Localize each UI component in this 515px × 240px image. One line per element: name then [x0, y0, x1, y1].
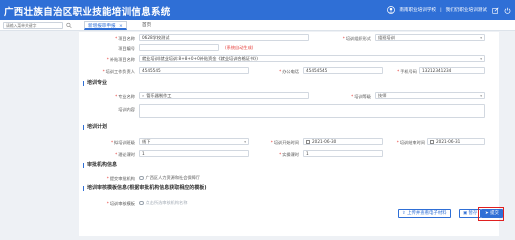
- auto-generate-note: (系统自动生成): [225, 45, 254, 50]
- mobile-input[interactable]: 13212341234: [419, 67, 485, 74]
- search-icon: ⌕: [142, 93, 145, 98]
- end-date-input[interactable]: 2021-06-31: [427, 138, 485, 145]
- upload-materials-button[interactable]: ⇪ 上传并查看电子材料: [398, 209, 451, 218]
- tab-label: 新增报审申报: [88, 24, 116, 29]
- reviewer-label: *提交审批机构: [106, 176, 135, 181]
- tab-new-application[interactable]: 新增报审申报 ×: [84, 21, 127, 30]
- class-type-label: *拟培训班级: [110, 140, 135, 145]
- major-name-label: *专业名称: [115, 94, 135, 99]
- theory-hours-input[interactable]: 1: [139, 150, 249, 157]
- training-content-textarea[interactable]: [139, 104, 485, 118]
- chevron-down-icon: ▾: [480, 94, 482, 98]
- training-method-label: *培训组织形式: [342, 36, 371, 41]
- practice-hours-input[interactable]: 1: [303, 150, 383, 157]
- template-label: *培训审核模板: [106, 201, 135, 206]
- start-time-label: *培训开始时间: [270, 140, 299, 145]
- end-time-label: *培训结束时间: [396, 140, 425, 145]
- training-content-label: 培训内容: [118, 107, 135, 112]
- template-radio[interactable]: 点击所选审核机构名称: [139, 200, 187, 206]
- contact-label: *培训工作负责人: [102, 69, 135, 74]
- user-name[interactable]: 南南职业培训学校: [399, 7, 436, 13]
- search-icon[interactable]: [66, 22, 72, 29]
- theory-hours-label: *理论课时: [115, 152, 135, 157]
- project-no-label: 项目编号: [118, 46, 135, 51]
- app-title: 广西壮族自治区职业技能培训信息系统: [4, 7, 171, 18]
- radio-dot[interactable]: [139, 200, 144, 206]
- chevron-down-icon: ▾: [480, 36, 482, 40]
- subsidy-label: *补贴项目名称: [106, 57, 135, 62]
- tab-label: 首页: [142, 23, 152, 28]
- user-icon[interactable]: [387, 6, 396, 14]
- office-phone-input[interactable]: 45454545: [303, 67, 383, 74]
- contact-input[interactable]: 4545545: [139, 67, 249, 74]
- training-level-label: *培训等级: [351, 94, 371, 99]
- menu-search-input[interactable]: [3, 22, 63, 29]
- power-icon[interactable]: [503, 6, 511, 14]
- section-reviewer: 审批机构信息: [83, 163, 117, 168]
- start-date-input[interactable]: 2021-06-30: [303, 138, 383, 145]
- tab-home[interactable]: 首页: [139, 21, 154, 30]
- project-no-input[interactable]: [139, 44, 219, 51]
- section-plan: 培训计划: [83, 125, 107, 130]
- chevron-down-icon: ▾: [244, 140, 246, 144]
- submit-highlight-box: [478, 207, 504, 221]
- calendar-icon: [306, 140, 310, 144]
- training-level-select[interactable]: 技师 ▾: [375, 92, 485, 99]
- section-major: 培训专业: [83, 81, 107, 86]
- project-name-label: *项目名称: [115, 36, 135, 41]
- header-right: 南南职业培训学校 | 我们仍职业培训测试: [387, 6, 511, 14]
- form-panel: *项目名称 0628学校测试 *培训组织形式 组班培训 ▾ 项目编号 (系统自动生…: [79, 32, 499, 236]
- project-name-input[interactable]: 0628学校测试: [139, 34, 309, 41]
- class-type-select[interactable]: 线下 ▾: [139, 138, 249, 145]
- office-phone-label: *办公电话: [279, 69, 299, 74]
- calendar-icon: [430, 140, 434, 144]
- section-template: 培训审核模板信息(根据审批机构信息获取相应的模板): [83, 186, 207, 191]
- major-name-input[interactable]: ⌕ 管乐器制作工: [139, 92, 309, 99]
- radio-dot[interactable]: [139, 175, 144, 181]
- subsidy-select[interactable]: 就业培训(就业培训:8+8+0+0补贴资金《就业培训合格证书》) ▾: [139, 55, 485, 62]
- top-bar: 广西壮族自治区职业技能培训信息系统 南南职业培训学校 | 我们仍职业培训测试: [0, 0, 515, 20]
- close-icon[interactable]: ×: [119, 24, 123, 29]
- practice-hours-label: *实操课时: [279, 152, 299, 157]
- org-link[interactable]: 我们仍职业培训测试: [446, 7, 487, 13]
- tab-bar: 新增报审申报 × 首页: [0, 20, 515, 31]
- mobile-label: *手机号码: [397, 69, 417, 74]
- reviewer-radio[interactable]: 广西区人力资源和社会保障厅: [139, 175, 200, 181]
- training-method-select[interactable]: 组班培训 ▾: [375, 34, 485, 41]
- edit-icon[interactable]: [491, 6, 499, 14]
- chevron-down-icon: ▾: [480, 57, 482, 61]
